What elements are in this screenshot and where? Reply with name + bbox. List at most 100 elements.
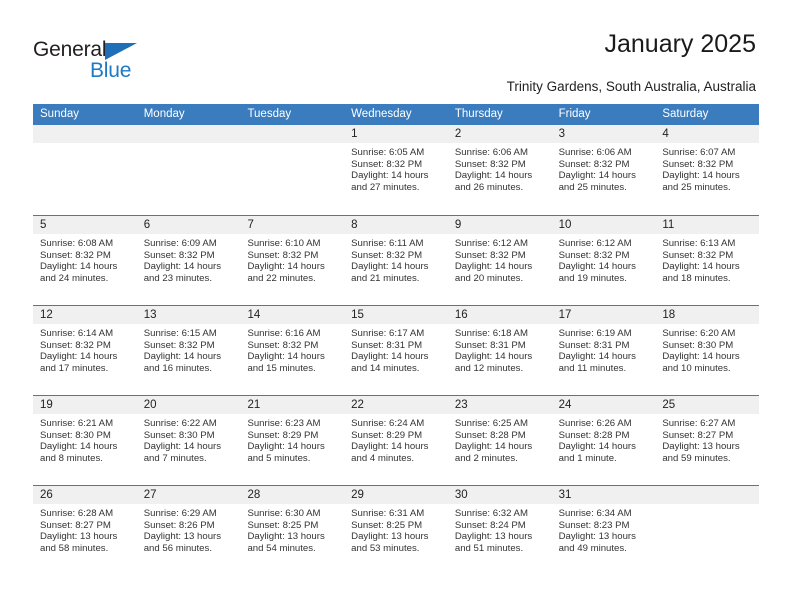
calendar-day-cell[interactable]: 17 Sunrise: 6:19 AM Sunset: 8:31 PM Dayl… bbox=[551, 306, 656, 395]
daylight-text: Daylight: 14 hours and 24 minutes. bbox=[40, 261, 118, 285]
sunrise-text: Sunrise: 6:30 AM bbox=[247, 508, 321, 519]
day-number-band bbox=[655, 486, 760, 504]
day-number-band: 4 bbox=[655, 125, 760, 143]
calendar-day-cell[interactable]: 6 Sunrise: 6:09 AM Sunset: 8:32 PM Dayli… bbox=[136, 216, 241, 305]
day-number: 24 bbox=[558, 399, 572, 411]
sunset-text: Sunset: 8:30 PM bbox=[143, 429, 215, 441]
calendar-day-cell[interactable]: 26 Sunrise: 6:28 AM Sunset: 8:27 PM Dayl… bbox=[33, 486, 137, 575]
sunrise-text: Sunrise: 6:28 AM bbox=[40, 508, 114, 519]
calendar-day-cell[interactable]: 29 Sunrise: 6:31 AM Sunset: 8:25 PM Dayl… bbox=[344, 486, 448, 575]
day-number: 26 bbox=[40, 489, 53, 501]
day-number: 7 bbox=[247, 219, 254, 231]
sunset-text: Sunset: 8:29 PM bbox=[247, 429, 319, 441]
day-number-band: 25 bbox=[655, 396, 760, 414]
daylight-text: Daylight: 14 hours and 14 minutes. bbox=[351, 351, 429, 375]
day-sun-info: Sunrise: 6:34 AM Sunset: 8:23 PM Dayligh… bbox=[552, 504, 656, 555]
day-sun-info: Sunrise: 6:23 AM Sunset: 8:29 PM Dayligh… bbox=[240, 414, 344, 465]
weekday-sunday: Sunday bbox=[40, 108, 80, 120]
day-number: 12 bbox=[40, 309, 53, 321]
day-number: 31 bbox=[558, 489, 572, 501]
day-number: 15 bbox=[351, 309, 364, 321]
daylight-text: Daylight: 14 hours and 25 minutes. bbox=[662, 170, 740, 194]
sunrise-text: Sunrise: 6:31 AM bbox=[351, 508, 425, 519]
calendar-day-cell[interactable]: 16 Sunrise: 6:18 AM Sunset: 8:31 PM Dayl… bbox=[447, 306, 552, 395]
sunset-text: Sunset: 8:32 PM bbox=[143, 339, 215, 351]
calendar-day-cell[interactable]: 27 Sunrise: 6:29 AM Sunset: 8:26 PM Dayl… bbox=[136, 486, 241, 575]
calendar-day-cell[interactable]: 19 Sunrise: 6:21 AM Sunset: 8:30 PM Dayl… bbox=[33, 396, 137, 485]
calendar-day-cell[interactable]: 20 Sunrise: 6:22 AM Sunset: 8:30 PM Dayl… bbox=[136, 396, 241, 485]
calendar-day-cell[interactable]: 5 Sunrise: 6:08 AM Sunset: 8:32 PM Dayli… bbox=[33, 216, 137, 305]
calendar-day-cell[interactable]: 22 Sunrise: 6:24 AM Sunset: 8:29 PM Dayl… bbox=[344, 396, 448, 485]
general-blue-logo[interactable]: General Blue bbox=[33, 38, 233, 86]
weekday-monday: Monday bbox=[143, 108, 185, 120]
day-number: 28 bbox=[247, 489, 261, 501]
calendar-day-cell[interactable]: 12 Sunrise: 6:14 AM Sunset: 8:32 PM Dayl… bbox=[33, 306, 137, 395]
day-number-band: 24 bbox=[551, 396, 656, 414]
day-sun-info: Sunrise: 6:21 AM Sunset: 8:30 PM Dayligh… bbox=[33, 414, 137, 465]
day-sun-info: Sunrise: 6:05 AM Sunset: 8:32 PM Dayligh… bbox=[344, 143, 448, 194]
day-number-band: 10 bbox=[551, 216, 656, 234]
calendar-day-cell[interactable]: 2 Sunrise: 6:06 AM Sunset: 8:32 PM Dayli… bbox=[447, 125, 552, 215]
calendar-day-cell[interactable]: 1 Sunrise: 6:05 AM Sunset: 8:32 PM Dayli… bbox=[344, 125, 448, 215]
sunset-text: Sunset: 8:31 PM bbox=[351, 339, 423, 351]
day-number: 25 bbox=[662, 399, 676, 411]
sunrise-text: Sunrise: 6:08 AM bbox=[40, 238, 114, 249]
day-sun-info: Sunrise: 6:22 AM Sunset: 8:30 PM Dayligh… bbox=[137, 414, 241, 465]
daylight-text: Daylight: 14 hours and 8 minutes. bbox=[40, 441, 118, 465]
calendar-day-cell[interactable]: 11 Sunrise: 6:13 AM Sunset: 8:32 PM Dayl… bbox=[655, 216, 760, 305]
calendar-day-cell[interactable]: 30 Sunrise: 6:32 AM Sunset: 8:24 PM Dayl… bbox=[447, 486, 552, 575]
weekday-header-row: Sunday Monday Tuesday Wednesday Thursday… bbox=[33, 104, 759, 125]
day-sun-info: Sunrise: 6:06 AM Sunset: 8:32 PM Dayligh… bbox=[552, 143, 656, 194]
daylight-text: Daylight: 14 hours and 1 minute. bbox=[558, 441, 636, 465]
sunset-text: Sunset: 8:31 PM bbox=[558, 339, 630, 351]
sunrise-text: Sunrise: 6:06 AM bbox=[558, 147, 632, 158]
calendar-day-cell[interactable]: 8 Sunrise: 6:11 AM Sunset: 8:32 PM Dayli… bbox=[344, 216, 448, 305]
calendar-day-cell[interactable]: 24 Sunrise: 6:26 AM Sunset: 8:28 PM Dayl… bbox=[551, 396, 656, 485]
calendar-day-cell bbox=[136, 125, 241, 215]
sunset-text: Sunset: 8:32 PM bbox=[558, 249, 630, 261]
day-number: 19 bbox=[40, 399, 53, 411]
sunset-text: Sunset: 8:29 PM bbox=[351, 429, 423, 441]
calendar-day-cell[interactable]: 10 Sunrise: 6:12 AM Sunset: 8:32 PM Dayl… bbox=[551, 216, 656, 305]
daylight-text: Daylight: 14 hours and 18 minutes. bbox=[662, 261, 740, 285]
sunset-text: Sunset: 8:32 PM bbox=[40, 249, 111, 261]
sunset-text: Sunset: 8:25 PM bbox=[247, 519, 319, 531]
day-sun-info: Sunrise: 6:08 AM Sunset: 8:32 PM Dayligh… bbox=[33, 234, 137, 285]
calendar-day-cell[interactable]: 25 Sunrise: 6:27 AM Sunset: 8:27 PM Dayl… bbox=[655, 396, 760, 485]
sunset-text: Sunset: 8:32 PM bbox=[40, 339, 111, 351]
daylight-text: Daylight: 13 hours and 49 minutes. bbox=[558, 531, 636, 555]
calendar-day-cell[interactable]: 13 Sunrise: 6:15 AM Sunset: 8:32 PM Dayl… bbox=[136, 306, 241, 395]
calendar-day-cell[interactable]: 21 Sunrise: 6:23 AM Sunset: 8:29 PM Dayl… bbox=[240, 396, 345, 485]
sunset-text: Sunset: 8:32 PM bbox=[247, 339, 319, 351]
sunset-text: Sunset: 8:32 PM bbox=[662, 249, 734, 261]
calendar-day-cell[interactable]: 28 Sunrise: 6:30 AM Sunset: 8:25 PM Dayl… bbox=[240, 486, 345, 575]
sunrise-text: Sunrise: 6:29 AM bbox=[143, 508, 217, 519]
day-number: 1 bbox=[351, 128, 358, 140]
day-sun-info: Sunrise: 6:19 AM Sunset: 8:31 PM Dayligh… bbox=[552, 324, 656, 375]
daylight-text: Daylight: 13 hours and 59 minutes. bbox=[662, 441, 740, 465]
daylight-text: Daylight: 14 hours and 21 minutes. bbox=[351, 261, 429, 285]
day-number: 27 bbox=[143, 489, 157, 501]
calendar-day-cell[interactable]: 9 Sunrise: 6:12 AM Sunset: 8:32 PM Dayli… bbox=[447, 216, 552, 305]
sunrise-text: Sunrise: 6:05 AM bbox=[351, 147, 425, 158]
day-sun-info: Sunrise: 6:26 AM Sunset: 8:28 PM Dayligh… bbox=[552, 414, 656, 465]
calendar-day-cell[interactable]: 18 Sunrise: 6:20 AM Sunset: 8:30 PM Dayl… bbox=[655, 306, 760, 395]
calendar-day-cell[interactable]: 4 Sunrise: 6:07 AM Sunset: 8:32 PM Dayli… bbox=[655, 125, 760, 215]
day-number-band: 28 bbox=[240, 486, 345, 504]
day-number-band: 13 bbox=[136, 306, 241, 324]
calendar-day-cell[interactable]: 14 Sunrise: 6:16 AM Sunset: 8:32 PM Dayl… bbox=[240, 306, 345, 395]
calendar-day-cell[interactable]: 23 Sunrise: 6:25 AM Sunset: 8:28 PM Dayl… bbox=[447, 396, 552, 485]
sunrise-text: Sunrise: 6:09 AM bbox=[143, 238, 217, 249]
sunrise-text: Sunrise: 6:14 AM bbox=[40, 328, 114, 339]
calendar-day-cell[interactable]: 3 Sunrise: 6:06 AM Sunset: 8:32 PM Dayli… bbox=[551, 125, 656, 215]
daylight-text: Daylight: 14 hours and 27 minutes. bbox=[351, 170, 429, 194]
calendar-day-cell[interactable]: 31 Sunrise: 6:34 AM Sunset: 8:23 PM Dayl… bbox=[551, 486, 656, 575]
day-number-band: 23 bbox=[447, 396, 552, 414]
calendar-day-cell[interactable]: 15 Sunrise: 6:17 AM Sunset: 8:31 PM Dayl… bbox=[344, 306, 448, 395]
day-number: 14 bbox=[247, 309, 261, 321]
day-number-band: 15 bbox=[344, 306, 448, 324]
sunset-text: Sunset: 8:23 PM bbox=[558, 519, 630, 531]
day-sun-info: Sunrise: 6:11 AM Sunset: 8:32 PM Dayligh… bbox=[344, 234, 448, 285]
day-number: 3 bbox=[558, 128, 565, 140]
calendar-day-cell[interactable]: 7 Sunrise: 6:10 AM Sunset: 8:32 PM Dayli… bbox=[240, 216, 345, 305]
